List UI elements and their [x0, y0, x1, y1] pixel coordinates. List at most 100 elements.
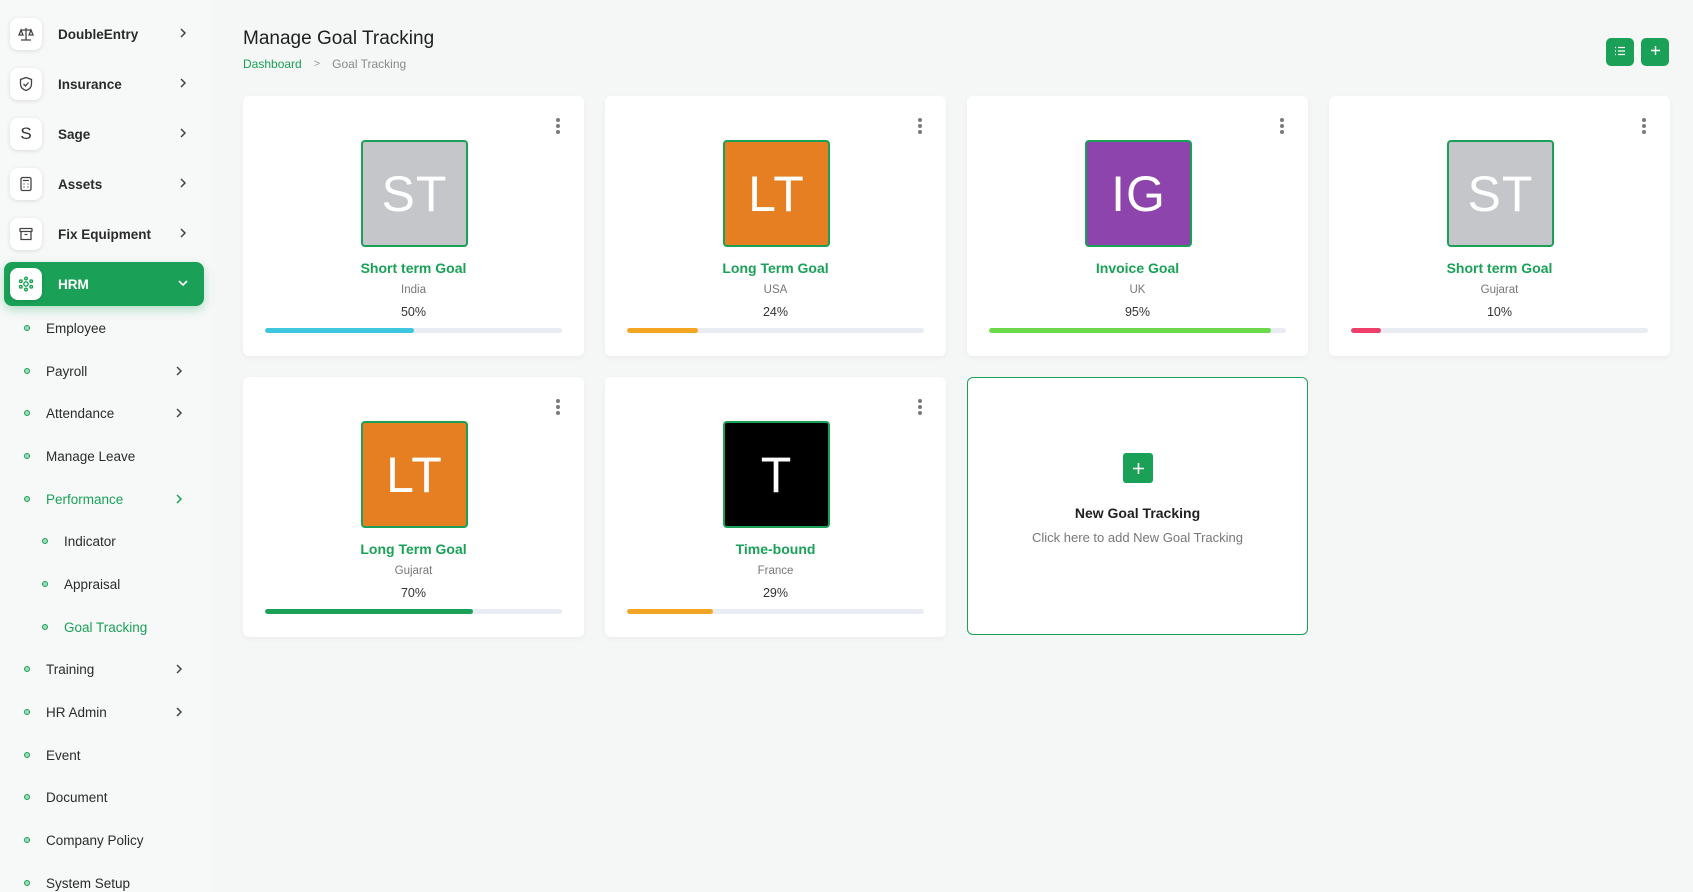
progress-fill [627, 328, 699, 333]
goal-name[interactable]: Short term Goal [1329, 260, 1670, 276]
sidebar-item-hrm[interactable]: HRM [4, 262, 204, 306]
sidebar-item-manage-leave[interactable]: Manage Leave [24, 441, 200, 471]
sidebar-item-label: Goal Tracking [64, 619, 148, 635]
breadcrumb: Dashboard > Goal Tracking [243, 57, 406, 71]
breadcrumb-current: Goal Tracking [332, 57, 407, 71]
sidebar-item-appraisal[interactable]: Appraisal [42, 569, 200, 599]
sidebar-item-label: Company Policy [46, 832, 144, 848]
progress-fill [989, 328, 1272, 333]
sidebar-item-label: Document [46, 789, 108, 805]
goal-card: T Time-bound France 29% [605, 377, 946, 637]
goal-progress-label: 24% [762, 305, 789, 319]
goal-card: ST Short term Goal Gujarat 10% [1329, 96, 1670, 356]
chevron-right-icon [176, 26, 190, 40]
chevron-right-icon [172, 492, 186, 506]
sidebar-item-label: Appraisal [64, 576, 121, 592]
more-vertical-icon[interactable] [914, 116, 926, 136]
plus-icon [1123, 453, 1153, 483]
goal-location: France [757, 565, 794, 577]
bullet-icon [24, 453, 30, 459]
avatar: LT [361, 421, 468, 528]
sidebar-item-label: Assets [58, 176, 103, 192]
goal-name[interactable]: Short term Goal [243, 260, 584, 276]
sidebar-item-label: DoubleEntry [58, 26, 139, 42]
sidebar-item-goal-tracking[interactable]: Goal Tracking [42, 612, 200, 642]
bullet-icon [24, 794, 30, 800]
sidebar-item-document[interactable]: Document [24, 782, 200, 812]
goal-name[interactable]: Long Term Goal [605, 260, 946, 276]
sidebar-item-label: HR Admin [46, 704, 107, 720]
progress-fill [627, 609, 714, 614]
more-vertical-icon[interactable] [1276, 116, 1288, 136]
bullet-icon [24, 752, 30, 758]
breadcrumb-separator: > [313, 58, 321, 70]
chevron-right-icon [172, 662, 186, 676]
progress-bar [265, 609, 562, 614]
bullet-icon [24, 837, 30, 843]
sidebar-item-doubleentry[interactable]: DoubleEntry [4, 12, 204, 56]
sidebar-item-label: Sage [58, 126, 91, 142]
goal-name[interactable]: Long Term Goal [243, 541, 584, 557]
chevron-right-icon [172, 705, 186, 719]
sidebar-item-label: Performance [46, 491, 124, 507]
sidebar-item-sage[interactable]: S Sage [4, 112, 204, 156]
goal-name[interactable]: Time-bound [605, 541, 946, 557]
sidebar-item-label: Manage Leave [46, 448, 136, 464]
chevron-right-icon [176, 226, 190, 240]
sidebar-item-insurance[interactable]: Insurance [4, 62, 204, 106]
sidebar-item-indicator[interactable]: Indicator [42, 526, 200, 556]
shield-icon [10, 68, 42, 100]
bullet-icon [24, 880, 30, 886]
bullet-icon [24, 496, 30, 502]
bullet-icon [42, 624, 48, 630]
goal-location: Gujarat [394, 565, 433, 577]
sidebar-item-hr-admin[interactable]: HR Admin [24, 697, 200, 727]
sidebar-item-label: Employee [46, 320, 107, 336]
more-vertical-icon[interactable] [552, 116, 564, 136]
sidebar-item-label: HRM [58, 276, 89, 292]
sidebar-item-label: Indicator [64, 533, 116, 549]
new-goal-tracking-card[interactable]: New Goal Tracking Click here to add New … [967, 377, 1308, 635]
sidebar-item-label: Event [46, 747, 81, 763]
list-view-button[interactable] [1606, 38, 1634, 66]
sage-icon: S [10, 118, 42, 150]
bullet-icon [42, 538, 48, 544]
sidebar-item-performance[interactable]: Performance [24, 484, 200, 514]
sidebar-item-fix-equipment[interactable]: Fix Equipment [4, 212, 204, 256]
goal-card: LT Long Term Goal Gujarat 70% [243, 377, 584, 637]
sidebar-item-assets[interactable]: Assets [4, 162, 204, 206]
sidebar-item-label: Payroll [46, 363, 88, 379]
sidebar-item-label: Attendance [46, 405, 115, 421]
more-vertical-icon[interactable] [1638, 116, 1650, 136]
sidebar-item-event[interactable]: Event [24, 740, 200, 770]
goal-location: Gujarat [1480, 284, 1519, 296]
more-vertical-icon[interactable] [914, 397, 926, 417]
breadcrumb-dashboard-link[interactable]: Dashboard [243, 57, 302, 71]
list-icon [1614, 43, 1626, 61]
goal-card: IG Invoice Goal UK 95% [967, 96, 1308, 356]
progress-fill [265, 609, 473, 614]
bullet-icon [24, 666, 30, 672]
avatar: IG [1085, 140, 1192, 247]
sidebar-item-system-setup[interactable]: System Setup [24, 868, 200, 892]
sidebar-item-attendance[interactable]: Attendance [24, 398, 200, 428]
avatar: ST [1447, 140, 1554, 247]
bullet-icon [24, 368, 30, 374]
plus-icon [1650, 43, 1661, 61]
sidebar-item-training[interactable]: Training [24, 654, 200, 684]
chevron-down-icon [176, 276, 190, 290]
chevron-right-icon [172, 364, 186, 378]
goal-card: LT Long Term Goal USA 24% [605, 96, 946, 356]
add-goal-button[interactable] [1641, 38, 1669, 66]
avatar: ST [361, 140, 468, 247]
progress-bar [1351, 328, 1648, 333]
sidebar-item-label: Fix Equipment [58, 226, 152, 242]
sidebar-item-company-policy[interactable]: Company Policy [24, 825, 200, 855]
more-vertical-icon[interactable] [552, 397, 564, 417]
goal-name[interactable]: Invoice Goal [967, 260, 1308, 276]
sidebar-item-employee[interactable]: Employee [24, 313, 200, 343]
chevron-right-icon [176, 176, 190, 190]
progress-bar [265, 328, 562, 333]
sidebar-item-payroll[interactable]: Payroll [24, 356, 200, 386]
archive-icon [10, 218, 42, 250]
